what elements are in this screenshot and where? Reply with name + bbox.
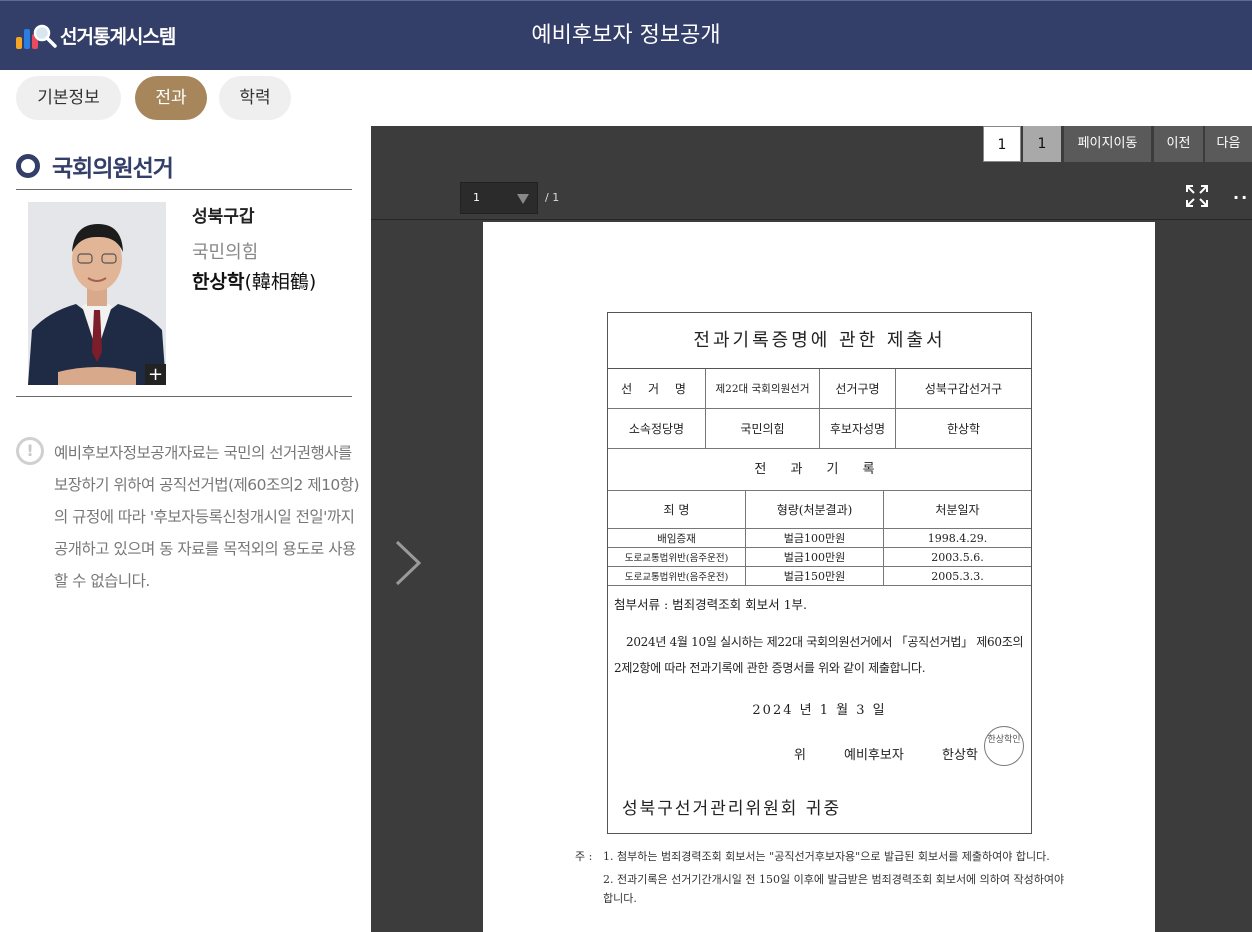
submission-date: 2024 년 1 월 3 일 [752,703,887,718]
record-date: 2003.5.6. [931,550,984,564]
col-penalty: 형량(처분결과) [746,491,884,528]
tab-bar: 기본정보 전과 학력 [0,70,1252,126]
page-number-input[interactable]: 1 [983,126,1021,162]
current-page-indicator: 1 [1023,126,1061,162]
candidate-name-hanja: (韓相鶴) [244,271,317,293]
record-penalty: 벌금150만원 [746,567,884,585]
notice-text: 예비후보자정보공개자료는 국민의 선거권행사를 보장하기 위하여 공직선거법(제… [54,444,360,590]
page-select-value: 1 [473,191,480,204]
record-penalty: 벌금100만원 [746,529,884,547]
candidate-photo[interactable]: + [28,202,166,385]
label-election: 선 거 명 [608,369,706,408]
record-crime: 배임증재 [608,529,746,547]
page-total: / 1 [545,191,560,204]
circle-bullet-icon [16,154,40,178]
value-district: 성북구갑선거구 [924,382,1003,396]
district-name: 성북구갑 [192,207,255,227]
record-crime: 도로교통법위반(음주운전) [608,548,746,566]
note-2: 2. 전과기록은 선거기간개시일 전 150일 이후에 발급받은 범죄경력조회 … [603,873,1065,905]
candidate-name-korean: 한상학 [192,271,245,293]
candidate-name: 한상학(韓相鶴) [192,267,316,294]
divider [16,396,352,397]
value-election: 제22대 국회의원선거 [706,369,820,408]
seal-stamp: 한상학인 [984,726,1024,766]
tab-criminal-record[interactable]: 전과 [135,76,207,120]
value-candidate: 한상학 [946,422,981,436]
prev-page-button[interactable]: 이전 [1153,126,1203,162]
document-page: 전과기록증명에 관한 제출서 선 거 명 제22대 국회의원선거 선거구명 성북… [483,222,1155,932]
candidate-panel: 국회의원선거 + 성북구갑 국민의힘 한상학(韓相鶴) ! 예비후보자정보공개자… [0,126,371,932]
viewer-toolbar: 1 1 페이지이동 이전 다음 1 / 1 ·· [371,126,1252,220]
table-row: 도로교통법위반(음주운전) 벌금100만원 2003.5.6. [608,548,1031,567]
attachment-note: 첨부서류 : 범죄경력조회 회보서 1부. [614,597,808,612]
note-1: 1. 첨부하는 범죄경력조회 회보서는 "공직선거후보자용"으로 발급된 회보서… [603,850,1050,863]
exclamation-icon: ! [16,437,44,465]
col-crime: 죄 명 [608,491,746,528]
sign-role: 예비후보자 [844,748,904,763]
value-party: 국민의힘 [706,409,820,448]
col-date: 처분일자 [935,503,980,517]
commission-addressee: 성북구선거관리위원회 귀중 [622,799,842,819]
submission-statement: 2024년 4월 10일 실시하는 제22대 국회의원선거에서 「공직선거법」 … [614,635,1024,675]
fullscreen-icon[interactable] [1185,184,1209,208]
tab-education[interactable]: 학력 [219,76,291,120]
sign-prefix: 위 [794,748,806,763]
election-type: 국회의원선거 [52,156,174,182]
expand-photo-button[interactable]: + [145,364,166,385]
signature-line: 위 예비후보자 한상학 한상학인 [608,726,1031,780]
label-candidate: 후보자성명 [820,409,896,448]
tab-basic-info[interactable]: 기본정보 [16,76,121,120]
more-options-icon[interactable]: ·· [1233,188,1249,207]
divider [16,189,352,190]
table-row: 배임증재 벌금100만원 1998.4.29. [608,529,1031,548]
crime-record-heading: 전 과 기 록 [608,449,1031,491]
app-header: 선거통계시스템 예비후보자 정보공개 [0,0,1252,70]
submission-form: 전과기록증명에 관한 제출서 선 거 명 제22대 국회의원선거 선거구명 성북… [607,312,1032,834]
record-crime: 도로교통법위반(음주운전) [608,567,746,585]
sign-name: 한상학 [942,748,978,763]
table-row: 도로교통법위반(음주운전) 벌금150만원 2005.3.3. [608,567,1031,586]
form-notes: 주 : 1. 첨부하는 범죄경력조회 회보서는 "공직선거후보자용"으로 발급된… [575,847,1075,908]
label-district: 선거구명 [820,369,896,408]
section-title: 국회의원선거 [16,148,174,184]
chevron-right-icon[interactable] [393,538,423,588]
party-name: 국민의힘 [192,242,259,263]
record-date: 1998.4.29. [927,531,988,545]
label-party: 소속정당명 [608,409,706,448]
chevron-down-icon [517,194,529,204]
next-page-button[interactable]: 다음 [1204,126,1252,162]
form-title: 전과기록증명에 관한 제출서 [608,313,1031,369]
document-viewer: 1 1 페이지이동 이전 다음 1 / 1 ·· 전과기록증명에 관한 제출서 … [371,126,1252,932]
notes-prefix: 주 : [575,850,593,863]
page-select[interactable]: 1 [460,182,538,214]
record-penalty: 벌금100만원 [746,548,884,566]
page-title: 예비후보자 정보공개 [531,23,721,48]
record-date: 2005.3.3. [931,569,984,583]
go-to-page-button[interactable]: 페이지이동 [1063,126,1151,162]
